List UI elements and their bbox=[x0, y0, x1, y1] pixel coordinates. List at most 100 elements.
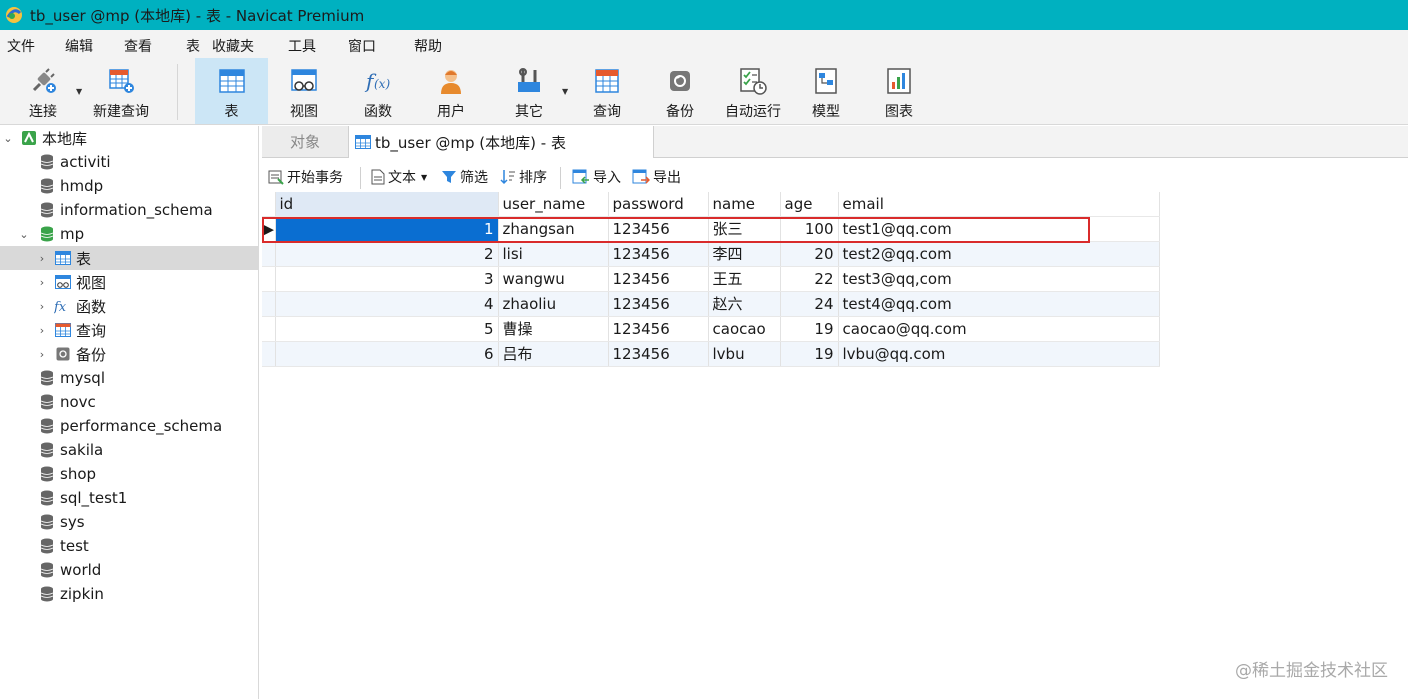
table-button[interactable]: 表 bbox=[195, 58, 268, 124]
chevron-down-icon[interactable]: ⌄ bbox=[2, 132, 14, 145]
cell-age[interactable]: 100 bbox=[780, 216, 839, 242]
row-indicator[interactable] bbox=[262, 316, 276, 342]
tree-item-backups[interactable]: › 备份 bbox=[0, 342, 258, 366]
export-button[interactable]: 导出 bbox=[632, 167, 681, 187]
cell-password[interactable]: 123456 bbox=[608, 341, 709, 367]
filter-button[interactable]: 筛选 bbox=[441, 167, 488, 187]
tree-database[interactable]: information_schema bbox=[0, 198, 258, 222]
column-header-password[interactable]: password bbox=[608, 192, 709, 217]
cell-user-name[interactable]: 吕布 bbox=[498, 341, 609, 367]
cell-user-name[interactable]: 曹操 bbox=[498, 316, 609, 342]
chart-button[interactable]: 图表 bbox=[873, 58, 925, 124]
cell-id[interactable]: 4 bbox=[275, 291, 499, 317]
column-header-age[interactable]: age bbox=[780, 192, 839, 217]
row-indicator[interactable] bbox=[262, 266, 276, 292]
cell-email[interactable]: test2@qq.com bbox=[838, 241, 1160, 267]
new-query-button[interactable]: 新建查询 bbox=[88, 58, 154, 124]
begin-transaction-button[interactable]: 开始事务 bbox=[268, 167, 343, 187]
cell-password[interactable]: 123456 bbox=[608, 291, 709, 317]
tree-database-mp[interactable]: ⌄ mp bbox=[0, 222, 258, 246]
tree-database[interactable]: novc bbox=[0, 390, 258, 414]
table-row[interactable]: 6 吕布 123456 lvbu 19 lvbu@qq.com bbox=[262, 341, 1160, 367]
menu-window[interactable]: 窗口 bbox=[348, 36, 376, 56]
cell-age[interactable]: 19 bbox=[780, 341, 839, 367]
cell-age[interactable]: 24 bbox=[780, 291, 839, 317]
table-row[interactable]: 4 zhaoliu 123456 赵六 24 test4@qq.com bbox=[262, 291, 1160, 317]
cell-email[interactable]: test3@qq,com bbox=[838, 266, 1160, 292]
table-row[interactable]: 3 wangwu 123456 王五 22 test3@qq,com bbox=[262, 266, 1160, 292]
tree-database[interactable]: sakila bbox=[0, 438, 258, 462]
menu-favorites[interactable]: 收藏夹 bbox=[212, 36, 254, 56]
tree-connection-root[interactable]: ⌄ 本地库 bbox=[0, 126, 258, 150]
menu-tools[interactable]: 工具 bbox=[288, 36, 316, 56]
cell-user-name[interactable]: zhaoliu bbox=[498, 291, 609, 317]
tree-database[interactable]: hmdp bbox=[0, 174, 258, 198]
chevron-right-icon[interactable]: › bbox=[36, 276, 48, 289]
user-button[interactable]: 用户 bbox=[425, 58, 477, 124]
table-row[interactable]: ▶ 1 zhangsan 123456 张三 100 test1@qq.com bbox=[262, 216, 1160, 242]
connect-dropdown-icon[interactable]: ▼ bbox=[76, 87, 82, 96]
column-header-user-name[interactable]: user_name bbox=[498, 192, 609, 217]
tab-tb-user[interactable]: tb_user @mp (本地库) - 表 bbox=[348, 126, 654, 158]
menu-edit[interactable]: 编辑 bbox=[65, 36, 93, 56]
backup-button[interactable]: 备份 bbox=[654, 58, 706, 124]
cell-user-name[interactable]: lisi bbox=[498, 241, 609, 267]
model-button[interactable]: 模型 bbox=[800, 58, 852, 124]
tree-database[interactable]: world bbox=[0, 558, 258, 582]
text-button[interactable]: 文本 ▼ bbox=[371, 167, 427, 187]
row-indicator[interactable] bbox=[262, 341, 276, 367]
cell-age[interactable]: 22 bbox=[780, 266, 839, 292]
menu-table[interactable]: 表 bbox=[186, 36, 200, 56]
sort-button[interactable]: 排序 bbox=[500, 167, 547, 187]
cell-password[interactable]: 123456 bbox=[608, 241, 709, 267]
other-button[interactable]: 其它 bbox=[503, 58, 555, 124]
tree-database[interactable]: sql_test1 bbox=[0, 486, 258, 510]
tree-item-queries[interactable]: › 查询 bbox=[0, 318, 258, 342]
cell-name[interactable]: 赵六 bbox=[708, 291, 781, 317]
view-button[interactable]: 视图 bbox=[278, 58, 330, 124]
column-header-id[interactable]: id bbox=[275, 192, 499, 217]
cell-name[interactable]: 王五 bbox=[708, 266, 781, 292]
cell-name[interactable]: 李四 bbox=[708, 241, 781, 267]
cell-id[interactable]: 1 bbox=[275, 216, 499, 242]
cell-age[interactable]: 19 bbox=[780, 316, 839, 342]
tree-database[interactable]: mysql bbox=[0, 366, 258, 390]
cell-user-name[interactable]: zhangsan bbox=[498, 216, 609, 242]
row-indicator[interactable] bbox=[262, 241, 276, 267]
menu-view[interactable]: 查看 bbox=[124, 36, 152, 56]
tree-item-views[interactable]: › 视图 bbox=[0, 270, 258, 294]
table-row[interactable]: 2 lisi 123456 李四 20 test2@qq.com bbox=[262, 241, 1160, 267]
cell-name[interactable]: lvbu bbox=[708, 341, 781, 367]
column-header-name[interactable]: name bbox=[708, 192, 781, 217]
query-button[interactable]: 查询 bbox=[581, 58, 633, 124]
chevron-right-icon[interactable]: › bbox=[36, 252, 48, 265]
tree-database[interactable]: shop bbox=[0, 462, 258, 486]
cell-name[interactable]: 张三 bbox=[708, 216, 781, 242]
menu-file[interactable]: 文件 bbox=[7, 36, 35, 56]
cell-email[interactable]: caocao@qq.com bbox=[838, 316, 1160, 342]
function-button[interactable]: f (x) 函数 bbox=[352, 58, 404, 124]
tree-database[interactable]: zipkin bbox=[0, 582, 258, 606]
text-dropdown-icon[interactable]: ▼ bbox=[421, 173, 427, 182]
cell-password[interactable]: 123456 bbox=[608, 266, 709, 292]
tab-objects[interactable]: 对象 bbox=[262, 126, 348, 157]
tree-item-tables[interactable]: › 表 bbox=[0, 246, 258, 270]
cell-email[interactable]: test1@qq.com bbox=[838, 216, 1160, 242]
column-header-email[interactable]: email bbox=[838, 192, 1160, 217]
cell-password[interactable]: 123456 bbox=[608, 216, 709, 242]
cell-name[interactable]: caocao bbox=[708, 316, 781, 342]
tree-database[interactable]: sys bbox=[0, 510, 258, 534]
cell-email[interactable]: test4@qq.com bbox=[838, 291, 1160, 317]
cell-age[interactable]: 20 bbox=[780, 241, 839, 267]
table-row[interactable]: 5 曹操 123456 caocao 19 caocao@qq.com bbox=[262, 316, 1160, 342]
row-indicator[interactable] bbox=[262, 291, 276, 317]
import-button[interactable]: 导入 bbox=[572, 167, 621, 187]
tree-item-functions[interactable]: › fx 函数 bbox=[0, 294, 258, 318]
cell-id[interactable]: 5 bbox=[275, 316, 499, 342]
cell-id[interactable]: 6 bbox=[275, 341, 499, 367]
cell-password[interactable]: 123456 bbox=[608, 316, 709, 342]
cell-id[interactable]: 3 bbox=[275, 266, 499, 292]
other-dropdown-icon[interactable]: ▼ bbox=[562, 87, 568, 96]
tree-database[interactable]: test bbox=[0, 534, 258, 558]
connect-button[interactable]: 连接 bbox=[18, 58, 68, 124]
